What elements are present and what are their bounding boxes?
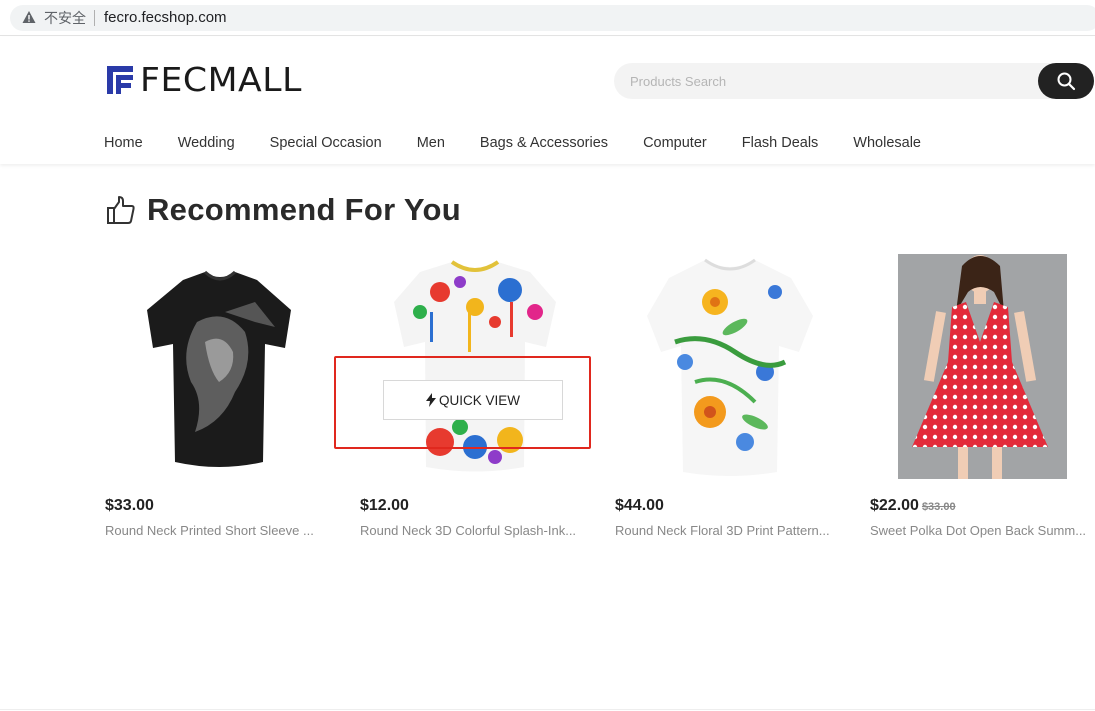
security-label[interactable]: 不安全 xyxy=(44,10,86,26)
product-price: $12.00 xyxy=(360,497,409,514)
url-text[interactable]: fecro.fecshop.com xyxy=(104,9,227,27)
product-image[interactable] xyxy=(870,252,1095,482)
logo-mark-icon xyxy=(107,66,133,94)
logo[interactable]: FECMALL xyxy=(104,63,301,97)
quick-view-highlight: QUICK VIEW xyxy=(334,356,591,449)
product-old-price: $33.00 xyxy=(921,501,956,513)
search-button[interactable] xyxy=(1038,63,1094,99)
product-image-polka-dress xyxy=(898,254,1067,479)
main-nav: Home Wedding Special Occasion Men Bags &… xyxy=(104,133,956,153)
product-card[interactable]: $33.00 Round Neck Printed Short Sleeve .… xyxy=(105,252,335,538)
section-header: Recommend For You xyxy=(106,192,461,228)
product-price: $33.00 xyxy=(105,497,154,514)
divider xyxy=(0,709,1095,710)
warning-icon[interactable] xyxy=(22,10,36,24)
lightning-icon xyxy=(425,393,436,407)
nav-special-occasion[interactable]: Special Occasion xyxy=(270,133,382,153)
product-price: $22.00 xyxy=(870,497,919,514)
product-name[interactable]: Sweet Polka Dot Open Back Summ... xyxy=(870,523,1095,538)
search-input[interactable] xyxy=(614,63,1054,99)
section-title: Recommend For You xyxy=(147,192,461,227)
search-bar xyxy=(614,63,1094,99)
product-image-floral-tshirt xyxy=(647,258,813,476)
divider xyxy=(94,10,95,26)
product-card[interactable]: $22.00 $33.00 Sweet Polka Dot Open Back S… xyxy=(870,252,1095,538)
site-header: FECMALL Home Wedding Special Occasion Me… xyxy=(0,37,1095,164)
price-row: $12.00 xyxy=(360,497,409,515)
product-name[interactable]: Round Neck 3D Colorful Splash-Ink... xyxy=(360,523,585,538)
browser-address-bar: 不安全 fecro.fecshop.com xyxy=(0,0,1095,36)
thumbs-up-icon xyxy=(107,196,135,224)
nav-home[interactable]: Home xyxy=(104,133,143,153)
price-row: $33.00 xyxy=(105,497,154,515)
price-row: $44.00 xyxy=(615,497,664,515)
nav-wholesale[interactable]: Wholesale xyxy=(853,133,921,153)
nav-computer[interactable]: Computer xyxy=(643,133,707,153)
logo-text: FECMALL xyxy=(140,60,302,99)
product-image[interactable] xyxy=(615,252,845,482)
product-name[interactable]: Round Neck Floral 3D Print Pattern... xyxy=(615,523,840,538)
product-image[interactable] xyxy=(105,252,335,482)
nav-flash-deals[interactable]: Flash Deals xyxy=(742,133,819,153)
nav-wedding[interactable]: Wedding xyxy=(178,133,235,153)
product-price: $44.00 xyxy=(615,497,664,514)
product-name[interactable]: Round Neck Printed Short Sleeve ... xyxy=(105,523,330,538)
product-image-black-tshirt xyxy=(147,270,291,467)
price-row: $22.00 $33.00 xyxy=(870,497,956,515)
search-icon xyxy=(1057,72,1076,91)
quick-view-label: QUICK VIEW xyxy=(438,392,520,408)
nav-men[interactable]: Men xyxy=(417,133,445,153)
product-card[interactable]: $44.00 Round Neck Floral 3D Print Patter… xyxy=(615,252,845,538)
quick-view-button[interactable]: QUICK VIEW xyxy=(383,380,563,420)
nav-bags-accessories[interactable]: Bags & Accessories xyxy=(480,133,608,153)
